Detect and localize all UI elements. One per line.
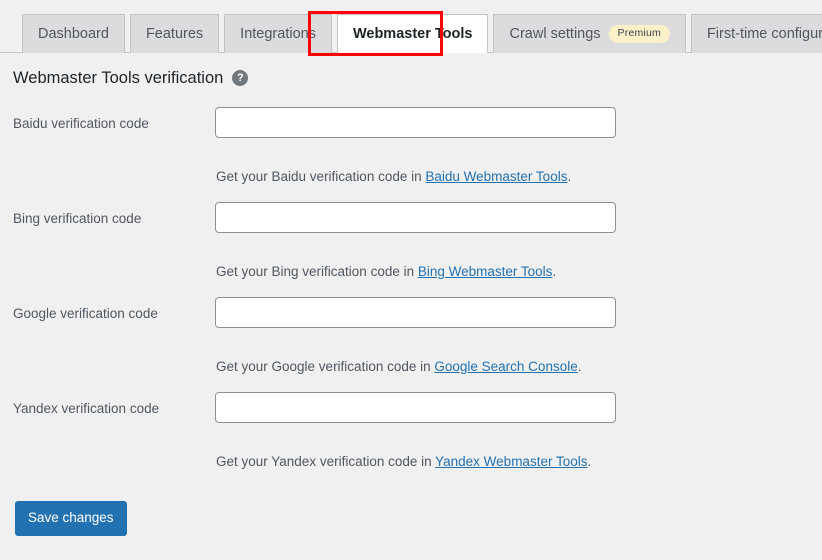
page-title: Webmaster Tools verification (13, 69, 224, 87)
google-verification-code-input[interactable] (215, 297, 616, 328)
tab-crawl-settings[interactable]: Crawl settings Premium (493, 14, 686, 53)
field-description: Get your Bing verification code in Bing … (216, 263, 556, 282)
field-description-suffix: . (587, 453, 592, 469)
tab-label: Features (145, 25, 204, 42)
field-description-text: Get your Google verification code in (216, 358, 435, 374)
field-description: Get your Google verification code in Goo… (216, 358, 581, 377)
section-heading: Webmaster Tools verification ? (13, 69, 249, 87)
field-description: Get your Baidu verification code in Baid… (216, 168, 571, 187)
tab-bar: Dashboard Features Integrations Webmaster T… (0, 0, 822, 56)
field-row: Yandex verification code Get your Yandex … (0, 386, 822, 481)
field-row: Bing verification code Get your Bing veri… (0, 196, 822, 291)
google-webmaster-link[interactable]: Google Search Console (434, 359, 577, 374)
field-row: Baidu verification code Get your Baidu ve… (0, 101, 822, 196)
field-label-bing: Bing verification code (13, 211, 142, 226)
field-label-baidu: Baidu verification code (13, 116, 149, 131)
tab-label: Dashboard (38, 25, 109, 42)
tab-label: Crawl settings (509, 25, 601, 42)
tab-label: Integrations (240, 25, 316, 42)
field-description-text: Get your Bing verification code in (216, 263, 418, 279)
webmaster-tools-form: Baidu verification code Get your Baidu ve… (0, 101, 822, 481)
save-changes-button[interactable]: Save changes (15, 501, 127, 536)
tab-list: Dashboard Features Integrations Webmaster T… (22, 14, 822, 53)
bing-verification-code-input[interactable] (215, 202, 616, 233)
tab-dashboard[interactable]: Dashboard (22, 14, 125, 53)
field-description-suffix: . (552, 263, 557, 279)
tab-webmaster-tools[interactable]: Webmaster Tools (336, 14, 489, 53)
field-description: Get your Yandex verification code in Yan… (216, 453, 591, 472)
yandex-verification-code-input[interactable] (215, 392, 616, 423)
premium-badge: Premium (608, 25, 670, 43)
tab-features[interactable]: Features (129, 14, 220, 53)
field-description-text: Get your Baidu verification code in (216, 168, 426, 184)
bing-webmaster-link[interactable]: Bing Webmaster Tools (418, 264, 553, 279)
baidu-verification-code-input[interactable] (215, 107, 616, 138)
tab-label: First-time configuration (706, 25, 822, 42)
help-circle-icon[interactable]: ? (232, 70, 249, 87)
field-description-suffix: . (567, 168, 572, 184)
field-description-suffix: . (577, 358, 582, 374)
field-label-yandex: Yandex verification code (13, 401, 160, 416)
tab-integrations[interactable]: Integrations (224, 14, 332, 53)
tab-first-time-configuration[interactable]: First-time configuration (690, 14, 822, 53)
yandex-webmaster-link[interactable]: Yandex Webmaster Tools (435, 454, 587, 469)
baidu-webmaster-link[interactable]: Baidu Webmaster Tools (425, 169, 567, 184)
field-description-text: Get your Yandex verification code in (216, 453, 436, 469)
tab-label: Webmaster Tools (352, 25, 473, 42)
field-label-google: Google verification code (13, 306, 158, 321)
field-row: Google verification code Get your Google … (0, 291, 822, 386)
